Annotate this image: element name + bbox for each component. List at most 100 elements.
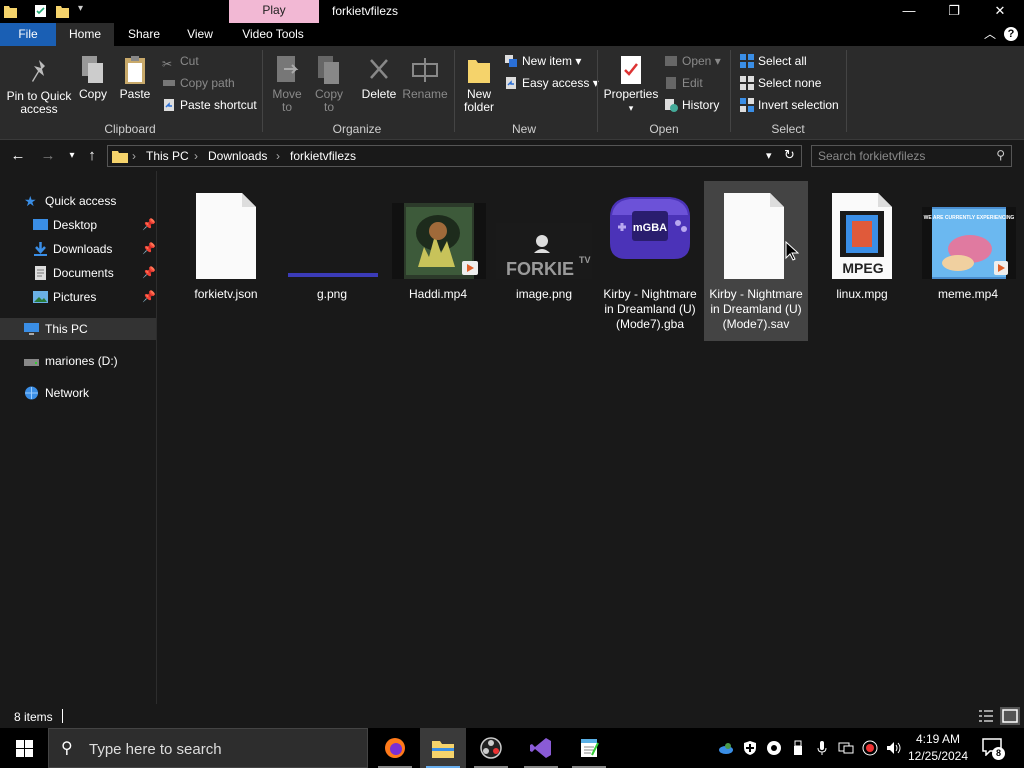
- select-all-button[interactable]: Select all: [740, 52, 807, 70]
- help-icon[interactable]: ?: [1004, 27, 1018, 41]
- address-bar[interactable]: › This PC › Downloads › forkietvfilezs ▾…: [107, 145, 802, 167]
- back-arrow-icon[interactable]: ←: [8, 146, 28, 166]
- pin-icon[interactable]: 📌: [142, 262, 156, 284]
- new-item-button[interactable]: New item ▾: [504, 52, 581, 70]
- taskbar-search-input[interactable]: [89, 740, 349, 758]
- new-folder-button[interactable]: New folder: [458, 54, 500, 114]
- file-item[interactable]: forkietv.json: [174, 181, 278, 341]
- taskbar-search-box[interactable]: ⚲: [48, 728, 368, 768]
- cut-label: Cut: [180, 54, 199, 68]
- large-icons-view-icon[interactable]: [1000, 707, 1020, 725]
- copy-to-button[interactable]: Copy to: [310, 54, 348, 114]
- battery-saver-icon[interactable]: [862, 740, 878, 756]
- move-to-button[interactable]: Move to: [268, 54, 306, 114]
- minimize-button[interactable]: —: [886, 0, 932, 23]
- history-icon: [665, 99, 678, 112]
- nav-item-downloads[interactable]: Downloads 📌: [0, 238, 156, 260]
- customize-toolbar-icon[interactable]: ▾: [78, 3, 83, 14]
- file-explorer-taskbar-button[interactable]: [420, 728, 466, 768]
- folder-icon[interactable]: [4, 4, 17, 18]
- maximize-button[interactable]: ❐: [931, 0, 977, 23]
- nav-item-drive-d[interactable]: mariones (D:): [0, 350, 156, 372]
- microphone-icon[interactable]: [814, 740, 830, 756]
- tab-play-context[interactable]: Play: [229, 0, 319, 23]
- rename-button[interactable]: Rename: [402, 54, 448, 101]
- nav-item-network[interactable]: Network: [0, 382, 156, 404]
- new-folder-icon[interactable]: [56, 4, 69, 18]
- pin-to-quick-access-button[interactable]: Pin to Quick access: [4, 58, 74, 116]
- clock[interactable]: 4:19 AM 12/25/2024: [906, 731, 970, 765]
- item-count: 8 items: [14, 710, 53, 724]
- paste-button[interactable]: Paste: [118, 54, 152, 101]
- search-icon: ⚲: [61, 740, 73, 757]
- delete-button[interactable]: Delete: [360, 54, 398, 101]
- nav-label: Quick access: [45, 194, 117, 208]
- breadcrumb-downloads[interactable]: Downloads: [208, 149, 267, 163]
- select-none-button[interactable]: Select none: [740, 74, 821, 92]
- nav-item-documents[interactable]: Documents 📌: [0, 262, 156, 284]
- network-tray-icon[interactable]: [838, 740, 854, 756]
- tab-home[interactable]: Home: [56, 23, 114, 46]
- visual-studio-taskbar-button[interactable]: [518, 728, 564, 768]
- details-view-icon[interactable]: [978, 709, 994, 723]
- file-item[interactable]: FORKIE TV image.png: [492, 181, 596, 341]
- nav-item-pictures[interactable]: Pictures 📌: [0, 286, 156, 308]
- easy-access-button[interactable]: Easy access ▾: [504, 74, 599, 92]
- tab-video-tools[interactable]: Video Tools: [233, 23, 313, 46]
- usb-device-icon[interactable]: [790, 740, 806, 756]
- tab-share[interactable]: Share: [122, 23, 166, 46]
- chevron-up-icon[interactable]: ︿: [984, 25, 996, 42]
- pin-icon[interactable]: 📌: [142, 238, 156, 260]
- group-separator: [846, 50, 847, 132]
- title-bar[interactable]: ▾ Play forkietvfilezs — ❐ ✕: [0, 0, 1024, 23]
- file-item[interactable]: Kirby - Nightmare in Dreamland (U)(Mode7…: [704, 181, 808, 341]
- onedrive-tray-icon[interactable]: [718, 740, 734, 756]
- refresh-icon[interactable]: ↻: [784, 147, 795, 163]
- up-arrow-icon[interactable]: ↑: [82, 146, 102, 166]
- file-name: Kirby - Nightmare in Dreamland (U)(Mode7…: [709, 287, 803, 331]
- file-item[interactable]: MPEG linux.mpg: [810, 181, 914, 341]
- breadcrumb-this-pc[interactable]: This PC: [146, 149, 189, 163]
- search-icon[interactable]: ⚲: [996, 148, 1005, 162]
- start-button[interactable]: [0, 728, 48, 768]
- invert-selection-button[interactable]: Invert selection: [740, 96, 839, 114]
- tab-view[interactable]: View: [180, 23, 220, 46]
- forward-arrow-icon[interactable]: →: [38, 146, 58, 166]
- cut-button[interactable]: ✂ Cut: [162, 52, 199, 71]
- recent-locations-chevron-icon[interactable]: ▾: [62, 146, 82, 166]
- address-dropdown-chevron-icon[interactable]: ▾: [766, 149, 772, 162]
- pin-icon[interactable]: 📌: [142, 214, 156, 236]
- close-button[interactable]: ✕: [977, 0, 1023, 23]
- nav-item-this-pc[interactable]: This PC: [0, 318, 156, 340]
- file-item[interactable]: mGBA Kirby - Nightmare in Dreamland (U)(…: [598, 181, 702, 341]
- file-item[interactable]: WE ARE CURRENTLY EXPERIENCING meme.mp4: [916, 181, 1020, 341]
- invert-selection-label: Invert selection: [758, 98, 839, 112]
- properties-button[interactable]: Properties ▾: [602, 54, 660, 115]
- paste-shortcut-button[interactable]: Paste shortcut: [162, 96, 257, 114]
- copy-path-button[interactable]: Copy path: [162, 74, 235, 92]
- file-item[interactable]: Haddi.mp4: [386, 181, 490, 341]
- firefox-taskbar-button[interactable]: [372, 728, 418, 768]
- notification-center-button[interactable]: 8: [982, 738, 1005, 760]
- security-shield-icon[interactable]: [742, 740, 758, 756]
- notepad-taskbar-button[interactable]: [566, 728, 612, 768]
- taskbar: ⚲ 4:19 AM: [0, 728, 1024, 768]
- edit-button[interactable]: Edit: [664, 74, 703, 92]
- image-thumbnail: FORKIE TV: [496, 223, 592, 279]
- copy-button[interactable]: Copy: [76, 54, 110, 101]
- search-input[interactable]: [818, 148, 988, 164]
- tab-file[interactable]: File: [0, 23, 56, 46]
- properties-icon[interactable]: [34, 4, 47, 18]
- open-button[interactable]: Open ▾: [664, 52, 721, 70]
- steam-tray-icon[interactable]: [766, 740, 782, 756]
- nav-item-quick-access[interactable]: ★ Quick access: [0, 190, 156, 212]
- nav-item-desktop[interactable]: Desktop 📌: [0, 214, 156, 236]
- volume-icon[interactable]: [886, 740, 902, 756]
- obs-taskbar-button[interactable]: [468, 728, 514, 768]
- search-box[interactable]: ⚲: [811, 145, 1012, 167]
- pin-icon[interactable]: 📌: [142, 286, 156, 308]
- group-label-organize: Organize: [332, 122, 382, 136]
- history-button[interactable]: History: [664, 96, 719, 114]
- file-item[interactable]: g.png: [280, 181, 384, 341]
- breadcrumb-current[interactable]: forkietvfilezs: [290, 149, 356, 163]
